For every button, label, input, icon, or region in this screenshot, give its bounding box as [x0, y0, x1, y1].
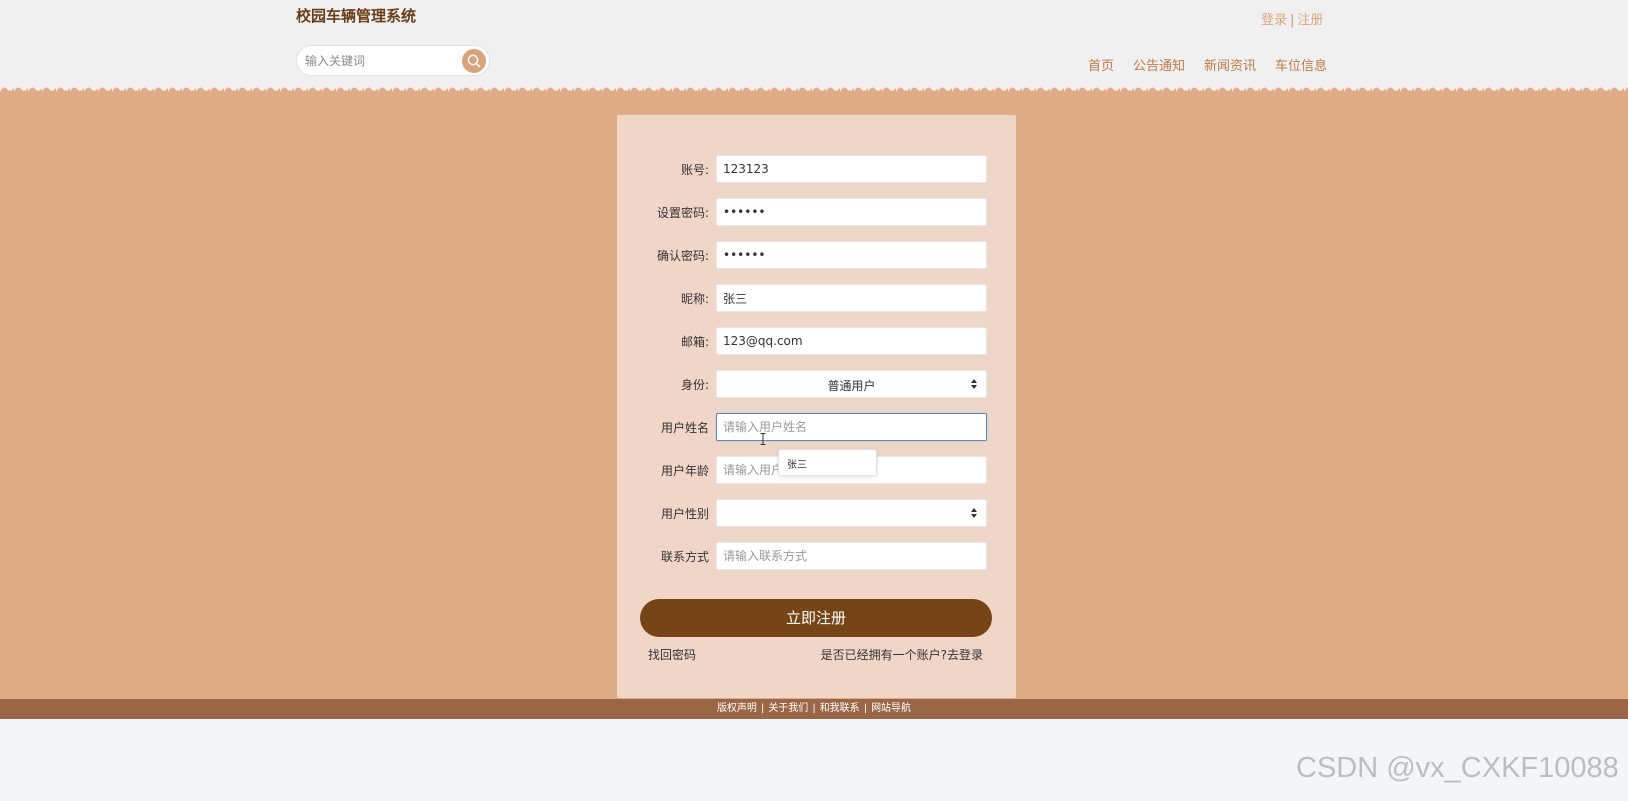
- ibeam-cursor-icon: [760, 433, 766, 445]
- search-box: [296, 45, 490, 76]
- form-row-contact: 联系方式: [617, 542, 1016, 570]
- confirm-password-label: 确认密码:: [656, 249, 709, 263]
- account-input[interactable]: [716, 155, 987, 183]
- footer-separator: |: [863, 703, 868, 714]
- user-gender-label: 用户性别: [660, 507, 709, 521]
- search-button[interactable]: [462, 49, 486, 73]
- footer-separator: |: [812, 703, 816, 714]
- user-age-label: 用户年龄: [660, 464, 709, 478]
- form-row-user-gender: 用户性别: [617, 499, 1016, 527]
- login-prompt-text: 是否已经拥有一个账户?: [820, 648, 947, 662]
- site-footer: 版权声明 | 关于我们 | 和我联系 | 网站导航: [0, 699, 1628, 719]
- user-gender-select[interactable]: [716, 499, 987, 527]
- login-link[interactable]: 登录: [1261, 13, 1287, 28]
- forgot-password-link[interactable]: 找回密码: [648, 646, 696, 663]
- form-row-identity: 身份: 普通用户: [617, 370, 1016, 398]
- identity-selected-value: 普通用户: [827, 379, 876, 393]
- register-submit-button[interactable]: 立即注册: [640, 599, 992, 637]
- magnifier-icon: [467, 54, 481, 68]
- user-name-input[interactable]: [716, 413, 987, 441]
- email-input[interactable]: [716, 327, 987, 355]
- identity-select[interactable]: 普通用户: [716, 370, 987, 398]
- nickname-label: 昵称:: [680, 292, 709, 306]
- password-label: 设置密码:: [656, 206, 709, 220]
- site-header: 校园车辆管理系统 登录|注册 首页 公告通知 新闻资讯 车位信息: [0, 0, 1628, 92]
- page: 校园车辆管理系统 登录|注册 首页 公告通知 新闻资讯 车位信息: [0, 0, 1628, 801]
- sort-arrows-icon: [971, 379, 977, 389]
- nickname-input[interactable]: [716, 284, 987, 312]
- confirm-password-input[interactable]: [716, 241, 987, 269]
- register-link[interactable]: 注册: [1297, 13, 1323, 28]
- form-row-nickname: 昵称:: [617, 284, 1016, 312]
- form-row-password: 设置密码:: [617, 198, 1016, 226]
- footer-link-copyright[interactable]: 版权声明: [717, 703, 757, 714]
- user-name-label: 用户姓名: [660, 421, 709, 435]
- form-row-account: 账号:: [617, 155, 1016, 183]
- footer-link-contact[interactable]: 和我联系: [820, 703, 860, 714]
- identity-label: 身份:: [680, 378, 709, 392]
- main-nav: 首页 公告通知 新闻资讯 车位信息: [1088, 55, 1327, 74]
- sort-arrows-icon: [971, 508, 977, 518]
- footer-separator: |: [760, 703, 765, 714]
- password-input[interactable]: [716, 198, 987, 226]
- auth-links: 登录 | 注册: [1261, 9, 1323, 28]
- email-label: 邮箱:: [680, 335, 709, 349]
- wave-divider: [0, 84, 1628, 96]
- form-row-user-name: 用户姓名: [617, 413, 1016, 441]
- contact-input[interactable]: [716, 542, 987, 570]
- contact-label: 联系方式: [660, 550, 709, 564]
- autocomplete-suggestion[interactable]: 张三: [778, 449, 877, 476]
- login-hint: 是否已经拥有一个账户?去登录: [821, 646, 983, 663]
- account-label: 账号:: [680, 163, 709, 177]
- nav-item-parking[interactable]: 车位信息: [1275, 55, 1327, 74]
- form-row-email: 邮箱:: [617, 327, 1016, 355]
- auth-link-separator: |: [1290, 13, 1295, 28]
- footer-link-about[interactable]: 关于我们: [768, 703, 808, 714]
- register-card: 账号: 设置密码: 确认密码: 昵称: 邮箱: 身份: 普通用户: [617, 115, 1016, 698]
- nav-item-announcements[interactable]: 公告通知: [1133, 55, 1185, 74]
- search-input[interactable]: [303, 51, 453, 71]
- site-title: 校园车辆管理系统: [296, 7, 417, 25]
- nav-item-news[interactable]: 新闻资讯: [1204, 55, 1256, 74]
- go-login-link[interactable]: 去登录: [947, 648, 983, 662]
- footer-link-sitemap[interactable]: 网站导航: [871, 703, 911, 714]
- form-row-confirm-password: 确认密码:: [617, 241, 1016, 269]
- watermark: CSDN @vx_CXKF10088: [1296, 752, 1619, 784]
- nav-item-home[interactable]: 首页: [1088, 55, 1114, 74]
